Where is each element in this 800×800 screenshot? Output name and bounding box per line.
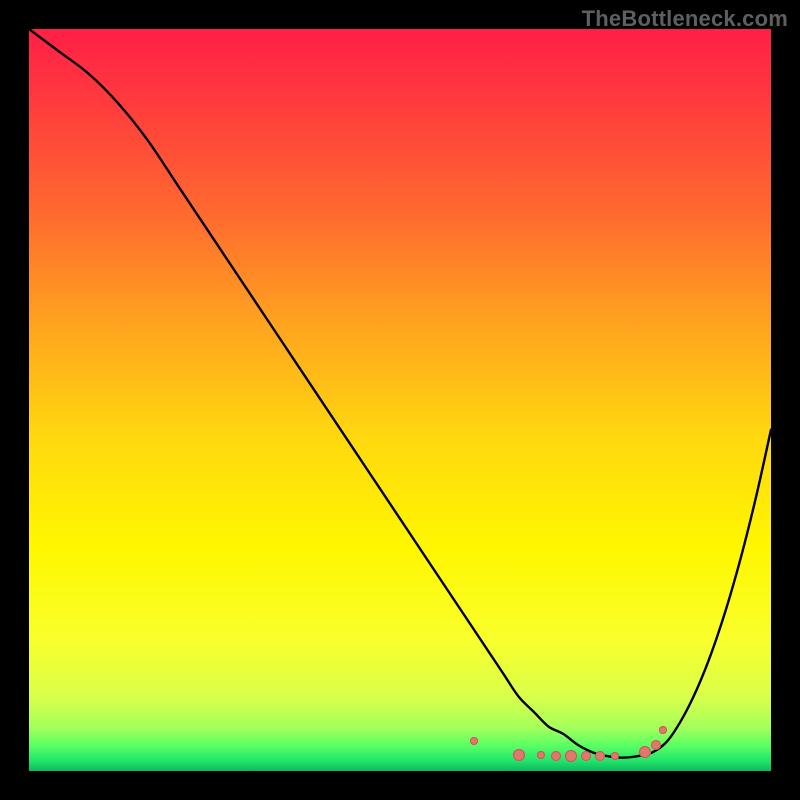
optimal-range-marker bbox=[581, 751, 591, 761]
optimal-range-marker bbox=[513, 749, 525, 761]
optimal-range-marker bbox=[595, 751, 605, 761]
optimal-range-marker bbox=[639, 746, 651, 758]
optimal-markers bbox=[29, 29, 771, 771]
optimal-range-marker bbox=[659, 726, 667, 734]
optimal-range-marker bbox=[551, 751, 561, 761]
optimal-range-marker bbox=[611, 752, 619, 760]
plot-area bbox=[29, 29, 771, 771]
optimal-range-marker bbox=[651, 740, 661, 750]
optimal-range-marker bbox=[537, 751, 545, 759]
chart-stage: TheBottleneck.com bbox=[0, 0, 800, 800]
optimal-range-marker bbox=[565, 750, 577, 762]
optimal-range-marker bbox=[470, 737, 478, 745]
